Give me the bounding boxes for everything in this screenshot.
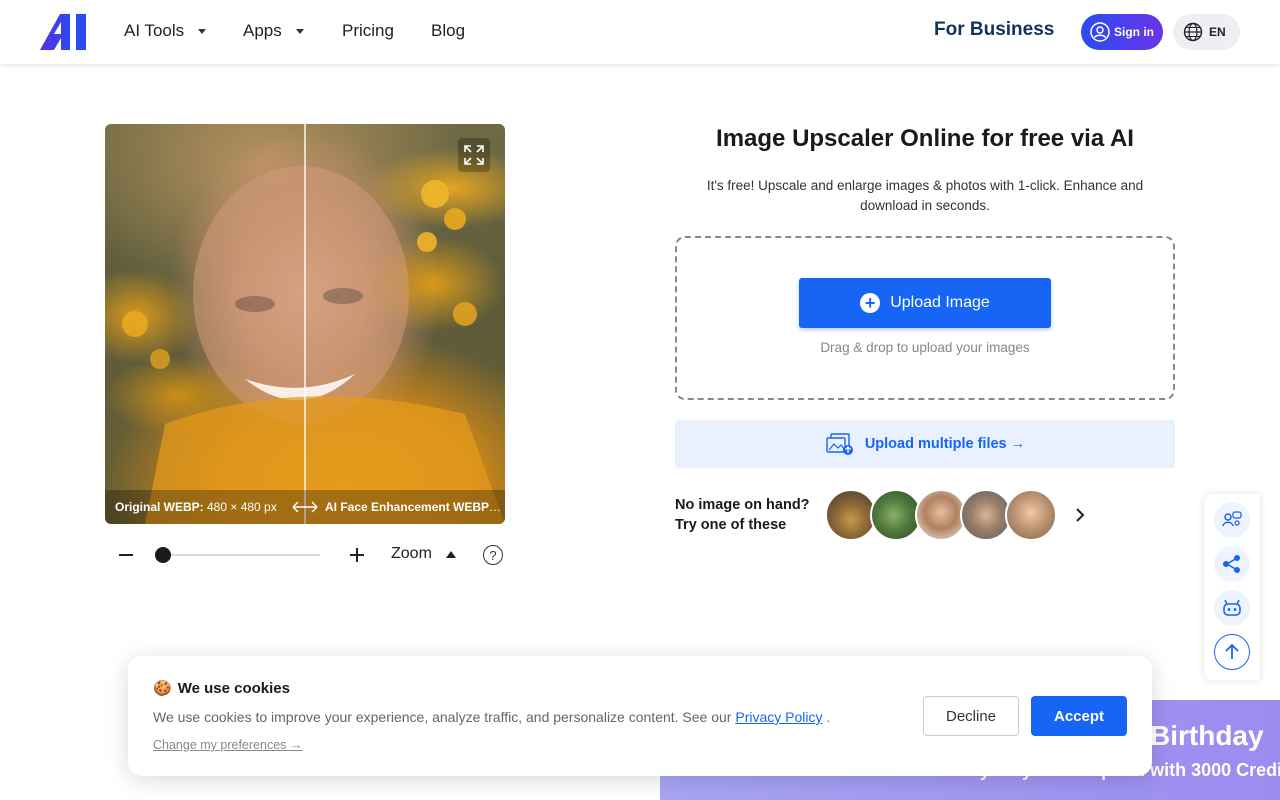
chat-users-icon <box>1222 511 1242 527</box>
cookie-icon: 🍪 <box>153 680 172 697</box>
chevron-down-icon <box>198 28 207 34</box>
ai-logo-icon[interactable] <box>40 14 94 50</box>
zoom-slider-track[interactable] <box>157 554 320 556</box>
compare-divider[interactable] <box>304 124 306 524</box>
before-after-preview[interactable]: Original WEBP: 480 × 480 px AI Face Enha… <box>105 124 505 524</box>
cookie-banner: 🍪 We use cookies We use cookies to impro… <box>128 656 1152 776</box>
nav-pricing[interactable]: Pricing <box>342 21 394 41</box>
share-button[interactable] <box>1214 546 1250 582</box>
original-caption: Original WEBP: 480 × 480 px <box>115 500 287 514</box>
chevron-up-icon <box>445 550 456 558</box>
change-preferences-link[interactable]: Change my preferences → <box>153 738 302 752</box>
user-icon <box>1090 22 1110 42</box>
plus-circle-icon: + <box>860 293 881 313</box>
sample-images-prompt: No image on hand? Try one of these <box>675 495 810 535</box>
sample-prompt-line1: No image on hand? <box>675 497 810 513</box>
accept-button[interactable]: Accept <box>1031 696 1127 736</box>
multiple-images-icon <box>826 433 853 455</box>
original-caption-bold: Original WEBP: <box>115 500 204 514</box>
sample-image-portrait[interactable] <box>1005 489 1057 541</box>
zoom-label: Zoom <box>391 545 432 562</box>
expand-icon <box>464 145 484 165</box>
nav-pricing-label: Pricing <box>342 21 394 40</box>
for-business-link[interactable]: For Business <box>934 19 1054 41</box>
help-button[interactable]: ? <box>483 545 503 565</box>
minus-icon <box>119 554 133 556</box>
zoom-in-button[interactable] <box>348 546 366 564</box>
zoom-controls: Zoom ? <box>105 540 505 570</box>
plus-icon <box>350 548 364 562</box>
drag-drop-hint: Drag & drop to upload your images <box>820 340 1030 355</box>
page-title: Image Upscaler Online for free via AI <box>716 125 1134 152</box>
nav-blog-label: Blog <box>431 21 466 40</box>
language-selector[interactable]: EN <box>1173 14 1240 50</box>
nav-ai-tools-label: AI Tools <box>124 21 185 40</box>
zoom-out-button[interactable] <box>117 546 135 564</box>
floating-tool-rail <box>1204 494 1260 680</box>
back-to-top-button[interactable] <box>1214 634 1250 670</box>
site-header: AI Tools Apps Pricing Blog For Business … <box>0 0 1280 64</box>
ai-assistant-button[interactable] <box>1214 590 1250 626</box>
share-icon <box>1223 555 1240 573</box>
upload-image-label: Upload Image <box>890 294 990 311</box>
enhanced-caption-bold: AI Face Enhancement WEBP: <box>325 500 494 514</box>
arrow-up-icon <box>1225 643 1239 659</box>
fullscreen-button[interactable] <box>458 138 490 172</box>
language-label: EN <box>1209 25 1226 39</box>
compare-arrows-icon <box>292 501 318 513</box>
cookie-message-end: . <box>822 709 831 725</box>
decline-button[interactable]: Decline <box>923 696 1019 736</box>
enhanced-caption: AI Face Enhancement WEBP: 960 × 960 px <box>325 500 503 514</box>
zoom-menu[interactable]: Zoom <box>391 545 456 563</box>
nav-apps-label: Apps <box>243 21 282 40</box>
upload-image-button[interactable]: + Upload Image <box>799 278 1051 328</box>
cookie-title-text: We use cookies <box>177 679 290 697</box>
globe-icon <box>1183 22 1203 42</box>
privacy-policy-link[interactable]: Privacy Policy <box>735 709 822 725</box>
zoom-slider-handle[interactable] <box>155 547 171 563</box>
sample-prompt-line2: Try one of these <box>675 517 787 533</box>
robot-icon <box>1223 599 1241 616</box>
cookie-message-text: We use cookies to improve your experienc… <box>153 709 736 725</box>
contact-button[interactable] <box>1214 502 1250 538</box>
upload-dropzone[interactable]: + Upload Image Drag & drop to upload you… <box>675 236 1175 400</box>
sign-in-button[interactable]: Sign in <box>1081 14 1163 50</box>
upload-multiple-files-button[interactable]: Upload multiple files → <box>675 420 1175 468</box>
upload-multiple-files-label: Upload multiple files → <box>864 436 1026 452</box>
cookie-title: 🍪 We use cookies <box>153 679 290 698</box>
sign-in-label: Sign in <box>1114 25 1154 39</box>
promo-title: Birthday <box>1150 720 1264 751</box>
cookie-message: We use cookies to improve your experienc… <box>153 709 830 725</box>
original-caption-size: 480 × 480 px <box>203 500 277 514</box>
compare-caption-bar: Original WEBP: 480 × 480 px AI Face Enha… <box>105 490 505 524</box>
page-subtitle: It's free! Upscale and enlarge images & … <box>706 178 1144 213</box>
chevron-right-icon[interactable] <box>1073 506 1087 524</box>
nav-blog[interactable]: Blog <box>431 21 465 41</box>
nav-ai-tools[interactable]: AI Tools <box>124 21 207 41</box>
chevron-down-icon <box>295 28 304 34</box>
nav-apps[interactable]: Apps <box>243 21 304 41</box>
